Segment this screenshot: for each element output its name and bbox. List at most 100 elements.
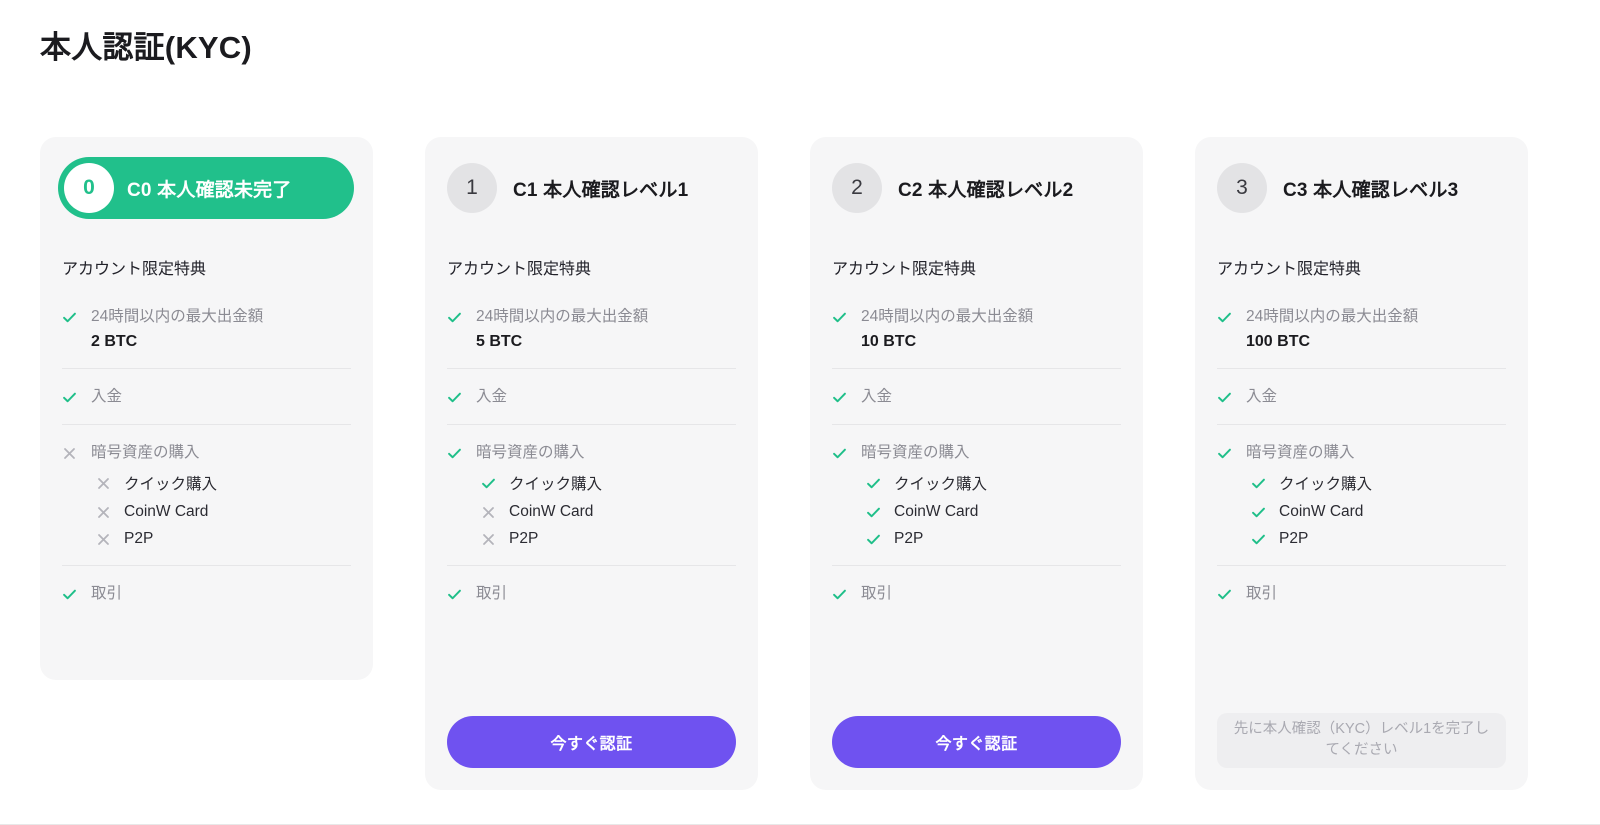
check-icon <box>481 476 496 491</box>
benefit-sub-item: P2P <box>96 530 351 548</box>
benefit-label: 24時間以内の最大出金額 <box>91 308 264 325</box>
level-title: C0 本人確認未完了 <box>127 179 292 201</box>
kyc-level-card: 3 C3 本人確認レベル3 アカウント限定特典 24時間以内の最大出金額 100 BTC… <box>1195 137 1528 790</box>
benefit-label: 入金 <box>476 388 508 406</box>
benefit-label: 24時間以内の最大出金額 <box>1246 308 1419 325</box>
benefit-row: 24時間以内の最大出金額 100 BTC <box>1217 295 1506 368</box>
benefits-title: アカウント限定特典 <box>832 261 977 278</box>
cross-icon <box>96 532 111 547</box>
benefit-row-list: 24時間以内の最大出金額 5 BTC 入金暗号資産の購入クイック購入 CoinW Ca… <box>447 295 736 621</box>
benefit-label: 暗号資産の購入 <box>861 443 970 461</box>
check-icon <box>866 532 881 547</box>
benefit-row: 暗号資産の購入クイック購入 CoinW Card P2P <box>832 423 1121 565</box>
benefit-row-list: 24時間以内の最大出金額 2 BTC 入金暗号資産の購入クイック購入 CoinW Ca… <box>62 295 351 621</box>
benefit-value: 2 BTC <box>91 333 138 351</box>
benefit-row: 入金 <box>62 368 351 423</box>
check-icon <box>1251 505 1266 520</box>
benefit-label: 入金 <box>861 388 893 406</box>
benefit-label: 取引 <box>1246 585 1278 603</box>
benefit-sub-label: P2P <box>509 530 539 548</box>
benefit-sub-label: CoinW Card <box>509 503 594 521</box>
benefit-row: 24時間以内の最大出金額 2 BTC <box>62 295 351 368</box>
card-footer: 今すぐ認証 <box>447 688 736 768</box>
benefit-sub-label: CoinW Card <box>124 503 209 521</box>
benefit-label: 取引 <box>91 585 123 603</box>
check-icon <box>866 505 881 520</box>
benefit-sub-label: クイック購入 <box>894 476 988 494</box>
kyc-level-card-list: 0 C0 本人確認未完了アカウント限定特典 24時間以内の最大出金額 2 BTC 入金暗… <box>40 137 1528 790</box>
benefits-title: アカウント限定特典 <box>1217 261 1362 278</box>
benefit-row-main: 24時間以内の最大出金額 <box>832 307 1121 326</box>
benefit-sub-list: クイック購入 CoinW Card P2P <box>1251 472 1506 548</box>
kyc-level-header: 1 C1 本人確認レベル1 <box>443 157 740 219</box>
benefit-sub-label: クイック購入 <box>124 476 218 494</box>
benefit-row-list: 24時間以内の最大出金額 100 BTC 入金暗号資産の購入クイック購入 CoinW … <box>1217 295 1506 621</box>
benefit-row-main: 取引 <box>62 584 351 603</box>
benefit-row: 取引 <box>1217 565 1506 620</box>
benefits-title: アカウント限定特典 <box>62 261 207 278</box>
benefit-sub-item: P2P <box>866 530 1121 548</box>
benefit-sub-label: P2P <box>124 530 154 548</box>
benefit-label: 取引 <box>476 585 508 603</box>
benefit-value: 10 BTC <box>861 333 917 351</box>
benefit-sub-item: P2P <box>1251 530 1506 548</box>
benefit-row: 24時間以内の最大出金額 5 BTC <box>447 295 736 368</box>
benefit-sub-label: P2P <box>1279 530 1309 548</box>
benefit-row: 入金 <box>1217 368 1506 423</box>
benefit-label: 暗号資産の購入 <box>91 443 200 461</box>
benefit-row: 入金 <box>832 368 1121 423</box>
benefit-row-main: 入金 <box>832 387 1121 406</box>
benefit-label: 24時間以内の最大出金額 <box>476 308 649 325</box>
benefit-sub-item: CoinW Card <box>866 503 1121 521</box>
verify-now-button[interactable]: 今すぐ認証 <box>447 716 736 768</box>
benefit-sub-list: クイック購入 CoinW Card P2P <box>96 472 351 548</box>
benefit-row-main: 24時間以内の最大出金額 <box>62 307 351 326</box>
benefit-sub-item: クイック購入 <box>481 472 736 494</box>
benefit-row-main: 入金 <box>62 387 351 406</box>
benefit-row-main: 24時間以内の最大出金額 <box>1217 307 1506 326</box>
benefit-row: 取引 <box>62 565 351 620</box>
benefit-row: 暗号資産の購入クイック購入 CoinW Card P2P <box>62 423 351 565</box>
check-icon <box>832 310 847 325</box>
check-icon <box>832 446 847 461</box>
card-footer: 今すぐ認証 <box>832 688 1121 768</box>
benefit-label: 取引 <box>861 585 893 603</box>
benefit-sub-list: クイック購入 CoinW Card P2P <box>866 472 1121 548</box>
benefit-sub-list: クイック購入 CoinW Card P2P <box>481 472 736 548</box>
benefit-sub-item: クイック購入 <box>96 472 351 494</box>
benefit-row-main: 暗号資産の購入 <box>832 443 1121 462</box>
kyc-level-card: 0 C0 本人確認未完了アカウント限定特典 24時間以内の最大出金額 2 BTC 入金暗… <box>40 137 373 680</box>
benefit-row: 24時間以内の最大出金額 10 BTC <box>832 295 1121 368</box>
verify-now-button[interactable]: 今すぐ認証 <box>832 716 1121 768</box>
benefit-value: 5 BTC <box>476 333 523 351</box>
benefit-row-main: 入金 <box>447 387 736 406</box>
page-title: 本人認証(KYC) <box>40 30 252 65</box>
benefit-label: 24時間以内の最大出金額 <box>861 308 1034 325</box>
benefit-sub-label: CoinW Card <box>1279 503 1364 521</box>
check-icon <box>1217 310 1232 325</box>
check-icon <box>447 587 462 602</box>
check-icon <box>62 587 77 602</box>
check-icon <box>447 446 462 461</box>
check-icon <box>1251 476 1266 491</box>
kyc-level-header: 0 C0 本人確認未完了 <box>58 157 354 219</box>
check-icon <box>832 587 847 602</box>
check-icon <box>62 310 77 325</box>
benefit-label: 暗号資産の購入 <box>476 443 585 461</box>
kyc-level-card: 2 C2 本人確認レベル2 アカウント限定特典 24時間以内の最大出金額 10 BTC 入… <box>810 137 1143 790</box>
level-title: C3 本人確認レベル3 <box>1283 179 1459 201</box>
check-icon <box>1217 390 1232 405</box>
benefit-sub-label: CoinW Card <box>894 503 979 521</box>
benefit-row-main: 暗号資産の購入 <box>447 443 736 462</box>
benefit-sub-item: クイック購入 <box>1251 472 1506 494</box>
benefit-label: 入金 <box>1246 388 1278 406</box>
benefit-value: 100 BTC <box>1246 333 1311 351</box>
level-badge: 3 <box>1217 163 1267 213</box>
kyc-level-header: 3 C3 本人確認レベル3 <box>1213 157 1510 219</box>
benefit-row: 暗号資産の購入クイック購入 CoinW Card P2P <box>447 423 736 565</box>
benefit-row-list: 24時間以内の最大出金額 10 BTC 入金暗号資産の購入クイック購入 CoinW C… <box>832 295 1121 621</box>
benefit-label: 暗号資産の購入 <box>1246 443 1355 461</box>
benefit-row: 取引 <box>832 565 1121 620</box>
check-icon <box>832 390 847 405</box>
level-title: C1 本人確認レベル1 <box>513 179 689 201</box>
